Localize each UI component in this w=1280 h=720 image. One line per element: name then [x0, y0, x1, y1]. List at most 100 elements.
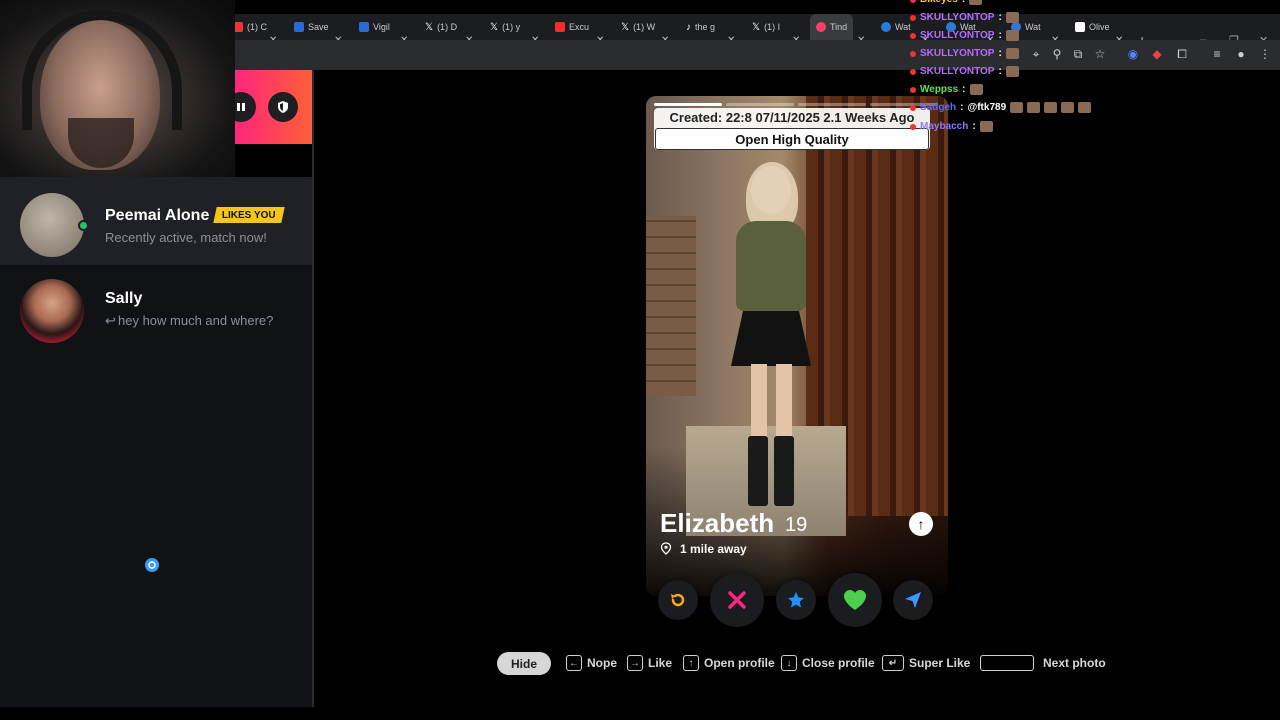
browser-tab[interactable]: Save	[294, 14, 329, 40]
browser-tab[interactable]: Excu	[555, 14, 589, 40]
profile-age: 19	[785, 514, 808, 536]
star-icon	[788, 592, 804, 608]
avatar	[20, 193, 84, 257]
rewind-button[interactable]	[658, 580, 698, 620]
headphones	[22, 10, 182, 130]
shield-icon	[278, 101, 288, 113]
chat-emote-icon	[969, 0, 983, 5]
photo-progress-segment	[798, 103, 866, 106]
chat-badge-icon	[910, 123, 916, 130]
shortcut-nope: ← Nope	[566, 652, 617, 674]
left-arrow-key-icon: ←	[566, 655, 582, 671]
nope-button[interactable]	[710, 573, 764, 627]
profile-distance: 1 mile away	[680, 542, 747, 556]
enter-key-icon: ↵	[882, 655, 904, 671]
photo-subject	[731, 162, 816, 506]
youtube-icon	[555, 22, 565, 32]
browser-tab[interactable]: 𝕏 (1) W	[621, 14, 655, 40]
chat-separator: :	[998, 48, 1002, 59]
like-button[interactable]	[828, 573, 882, 627]
shortcut-open-profile: ↑ Open profile	[683, 652, 775, 674]
chat-badge-icon	[910, 50, 916, 57]
profile-avatar-icon[interactable]: ●	[1234, 47, 1248, 61]
subject-top	[736, 221, 806, 311]
grid-icon	[237, 103, 245, 111]
chat-message: SKULLYONTOP:	[910, 12, 1019, 23]
shortcut-close-profile: ↓ Close profile	[781, 652, 875, 674]
chat-emote-icon	[1010, 102, 1024, 113]
spacebar-key-icon	[980, 655, 1034, 671]
open-high-quality-button[interactable]: Open High Quality	[655, 128, 929, 150]
chat-badge-icon	[910, 14, 916, 21]
boost-button[interactable]	[893, 580, 933, 620]
send-arrow-icon	[905, 592, 921, 608]
created-timestamp: Created: 22:8 07/11/2025 2.1 Weeks Ago	[669, 110, 915, 125]
chat-separator: :	[998, 30, 1002, 41]
extension-audio-icon[interactable]: ◉	[1126, 47, 1140, 61]
chat-separator: :	[960, 102, 964, 113]
browser-tab[interactable]: (1) C	[233, 14, 267, 40]
down-arrow-key-icon: ↓	[781, 655, 797, 671]
media-controls-icon[interactable]: ≡	[1210, 47, 1224, 61]
extensions-puzzle-icon[interactable]: ⧠	[1175, 47, 1189, 61]
browser-tab[interactable]: Wat	[881, 14, 911, 40]
x-logo-icon: 𝕏	[425, 21, 434, 33]
chat-separator: :	[998, 12, 1002, 23]
avatar	[20, 279, 84, 343]
chat-username: Weppss	[920, 84, 959, 95]
open-profile-button[interactable]: ↑	[909, 512, 933, 536]
x-logo-icon: 𝕏	[752, 21, 761, 33]
tab-favicon-icon	[1075, 22, 1085, 32]
likes-you-badge: LIKES YOU	[213, 207, 285, 223]
chat-emote-icon	[1078, 102, 1092, 113]
zoom-icon[interactable]: ⚲	[1050, 47, 1064, 61]
browser-tab[interactable]: 𝕏 (1) D	[425, 14, 457, 40]
chat-separator: :	[998, 66, 1002, 77]
photo-wall	[646, 216, 696, 396]
extension-shield-icon[interactable]: ◆	[1150, 47, 1164, 61]
super-like-button[interactable]	[776, 580, 816, 620]
chat-text: @ftk789	[967, 102, 1007, 113]
tab-favicon-icon	[294, 22, 304, 32]
browser-tab[interactable]: Vigil	[359, 14, 390, 40]
browser-tab[interactable]: 𝕏 (1) y	[490, 14, 520, 40]
chat-badge-icon	[910, 86, 916, 93]
x-logo-icon: 𝕏	[621, 21, 630, 33]
browser-menu-icon[interactable]: ⋮	[1258, 47, 1272, 61]
cast-icon[interactable]: ⧉	[1071, 47, 1085, 61]
browser-tab[interactable]: ♪ the g	[686, 14, 715, 40]
chat-username: Bikeyes	[920, 0, 958, 5]
safety-shield-button[interactable]	[268, 92, 298, 122]
match-subtitle: Recently active, match now!	[105, 230, 267, 245]
chat-message: SKULLYONTOP:	[910, 48, 1019, 59]
up-arrow-key-icon: ↑	[683, 655, 699, 671]
tab-favicon-icon	[359, 22, 369, 32]
browser-tab[interactable]: 𝕏 (1) I	[752, 14, 780, 40]
chat-emote-icon	[1005, 30, 1019, 41]
photo-progress-segment	[726, 103, 794, 106]
chat-badge-icon	[910, 68, 916, 75]
browser-tab-active[interactable]: Tind	[810, 14, 854, 40]
shortcut-like: → Like	[627, 652, 672, 674]
chat-emote-icon	[1061, 102, 1075, 113]
chat-username: Sadgeh	[920, 102, 957, 113]
close-x-icon	[728, 591, 746, 609]
chat-emote-icon	[1044, 102, 1058, 113]
chat-emote-icon	[1005, 66, 1019, 77]
webcam-overlay	[0, 0, 235, 177]
arrow-up-icon: ↑	[917, 516, 925, 532]
chat-emote-icon	[969, 84, 983, 95]
browser-tab[interactable]: Olive	[1075, 14, 1110, 40]
match-name: Peemai Alone	[105, 207, 210, 224]
chat-emote-icon	[979, 121, 993, 132]
x-logo-icon: 𝕏	[490, 21, 499, 33]
match-list-item[interactable]: Sally ↩ hey how much and where?	[0, 265, 312, 572]
subject-boot	[748, 436, 768, 506]
chat-separator: :	[972, 121, 976, 132]
chat-badge-icon	[910, 0, 916, 3]
bookmark-star-icon[interactable]: ☆	[1093, 47, 1107, 61]
online-status-dot	[78, 220, 89, 231]
location-icon[interactable]: ⌖	[1029, 47, 1043, 61]
chat-message: Weppss:	[910, 84, 983, 95]
hide-shortcuts-button[interactable]: Hide	[497, 652, 551, 675]
